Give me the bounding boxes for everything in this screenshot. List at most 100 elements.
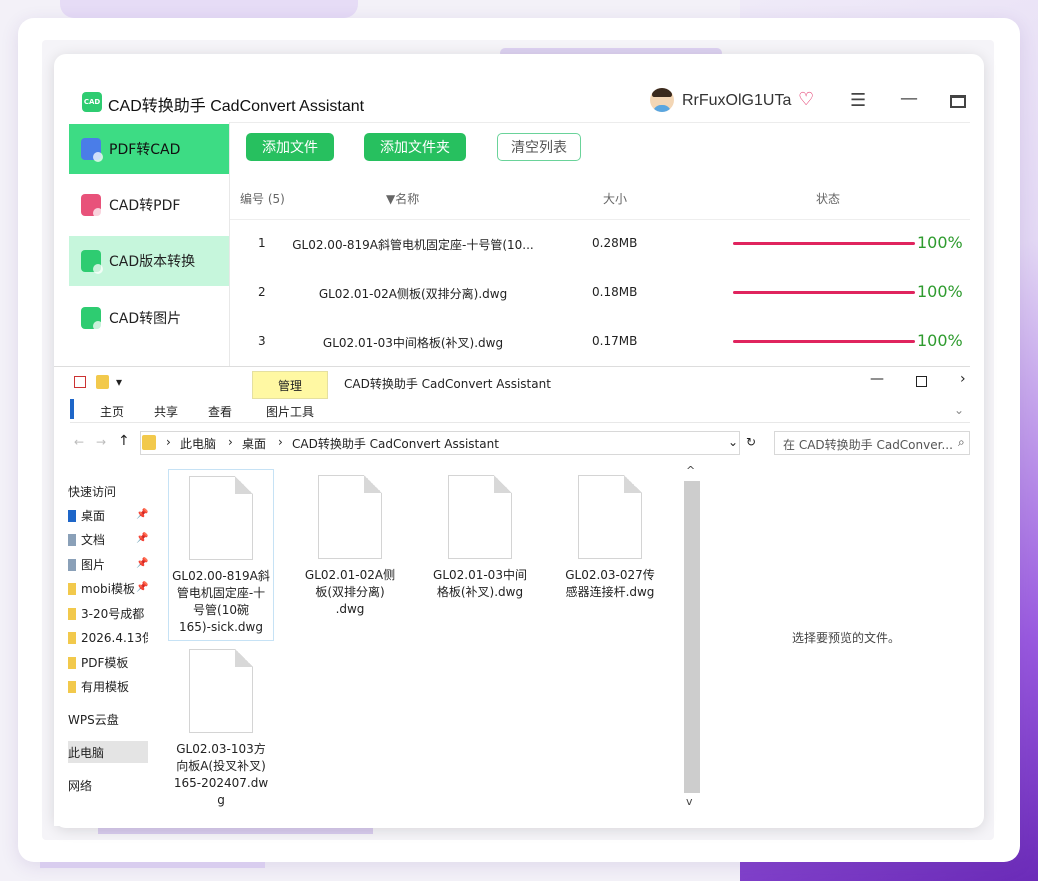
tree-label: WPS云盘 [68,713,119,727]
minimize-icon[interactable]: — [900,90,918,108]
file-name-line: g [217,793,225,807]
breadcrumb-this-pc[interactable]: 此电脑 [180,435,216,452]
sidebar-item-cad-to-image[interactable]: CAD转图片 [69,293,229,343]
file-item[interactable]: GL02.00-819A斜 管电机固定座-十 号管(10碗 165)-sick.… [168,469,274,641]
file-name-line: GL02.01-03中间 [433,568,527,582]
maximize-icon[interactable] [916,376,927,387]
tree-label: mobi模板 [81,582,135,596]
file-name-line: 向板A(投叉补叉) [176,759,266,773]
new-folder-icon[interactable] [96,375,109,389]
file-name-line: 板(双排分离) [315,585,385,599]
pin-icon: 📌 [136,558,149,569]
sidebar-item-label: CAD版本转换 [109,254,196,270]
sidebar-item-label: PDF转CAD [109,142,181,158]
file-item[interactable]: GL02.03-027传 感器连接杆.dwg [558,475,662,601]
file-name-line: 管电机固定座-十 [176,586,266,600]
scroll-down-icon[interactable]: v [686,795,693,808]
address-dropdown-icon[interactable]: ⌄ [728,435,738,449]
column-header-num[interactable]: 编号 (5) [240,190,285,207]
file-item[interactable]: GL02.01-03中间 格板(补叉).dwg [428,475,532,601]
desktop-icon [68,510,76,522]
pin-icon: 📌 [136,509,149,520]
pin-icon: 📌 [136,533,149,544]
row-size: 0.17MB [592,334,638,348]
username[interactable]: RrFuxOlG1UTa [682,92,791,110]
file-tab[interactable] [70,399,74,419]
diamond-icon[interactable]: ♡ [798,90,814,110]
tree-quick-access[interactable]: 快速访问 [68,483,148,500]
document-icon [189,649,253,733]
tab-picture-tools[interactable]: 图片工具 [266,403,314,420]
tree-network[interactable]: 网络 [68,777,148,794]
sidebar-item-cad-version-convert[interactable]: CAD版本转换 [69,236,229,286]
document-icon [189,476,253,560]
table-row[interactable]: 2 GL02.01-02A侧板(双排分离).dwg 0.18MB 100% [230,271,970,321]
row-number: 1 [258,236,266,250]
documents-icon [68,534,76,546]
minimize-icon[interactable]: — [870,371,884,387]
row-number: 2 [258,285,266,299]
sidebar-item-pdf-to-cad[interactable]: PDF转CAD [69,124,229,174]
tree-label: 桌面 [81,509,106,523]
table-row[interactable]: 3 GL02.01-03中间格板(补叉).dwg 0.17MB 100% [230,320,970,370]
ribbon-tabs [70,397,970,423]
breadcrumb-desktop[interactable]: 桌面 [242,435,266,452]
sidebar-item-cad-to-pdf[interactable]: CAD转PDF [69,180,229,230]
file-name-line: .dwg [335,602,365,616]
breadcrumb-current-folder[interactable]: CAD转换助手 CadConvert Assistant [292,435,499,452]
file-name-line: 号管(10碗 [193,603,249,617]
column-header-size[interactable]: 大小 [603,190,627,207]
tree-label: 文档 [81,533,106,547]
folder-icon [142,435,156,450]
file-explorer-window: ▾ 管理 CAD转换助手 CadConvert Assistant — › 主页… [54,366,970,826]
progress-text: 100% [917,233,963,252]
tree-label: 此电脑 [68,746,105,760]
file-item[interactable]: GL02.03-103方 向板A(投叉补叉) 165-202407.dw g [169,649,273,809]
folder-icon [68,583,76,595]
tab-view[interactable]: 查看 [208,403,232,420]
tab-share[interactable]: 共享 [154,403,178,420]
user-avatar[interactable] [650,88,674,112]
tab-home[interactable]: 主页 [100,403,124,420]
table-row[interactable]: 1 GL02.00-819A斜管电机固定座-十号管(10... 0.28MB 1… [230,222,970,272]
search-input[interactable]: 在 CAD转换助手 CadConver... [774,431,970,455]
vertical-scrollbar[interactable] [684,481,700,793]
tree-wps-cloud[interactable]: WPS云盘 [68,711,148,728]
add-folder-button[interactable]: 添加文件夹 [364,133,466,161]
up-arrow-icon[interactable]: ↑ [118,433,130,449]
file-name-line: GL02.03-027传 [565,568,655,582]
folder-icon [68,681,76,693]
tree-folder[interactable]: 有用模板 [68,678,148,695]
close-icon[interactable]: › [960,371,966,387]
file-name-line: 格板(补叉).dwg [436,585,524,599]
ribbon-expand-icon[interactable]: ⌄ [954,403,964,417]
forward-arrow-icon[interactable]: → [96,435,106,449]
maximize-icon[interactable] [950,95,966,108]
file-name-line: GL02.03-103方 [176,742,266,756]
tab-manage[interactable]: 管理 [252,371,328,399]
row-number: 3 [258,334,266,348]
row-size: 0.18MB [592,285,638,299]
sidebar-item-label: CAD转PDF [109,198,181,214]
back-arrow-icon[interactable]: ← [74,435,84,449]
column-header-status[interactable]: 状态 [816,190,840,207]
tree-folder[interactable]: PDF模板 [68,654,148,671]
properties-checkbox-icon[interactable] [74,376,86,388]
clear-list-button[interactable]: 清空列表 [497,133,581,161]
cad-to-image-icon [81,307,103,331]
preview-pane-text: 选择要预览的文件。 [792,631,901,645]
file-item[interactable]: GL02.01-02A侧 板(双排分离) .dwg [298,475,402,618]
tree-this-pc[interactable]: 此电脑 [68,744,148,761]
file-name-line: 165)-sick.dwg [179,620,263,634]
refresh-icon[interactable]: ↻ [746,435,756,449]
scroll-up-icon[interactable]: ^ [686,464,695,477]
file-name-line: 感器连接杆.dwg [565,585,655,599]
tree-folder[interactable]: 3-20号成都 [68,605,148,622]
tree-folder[interactable]: 2026.4.13保 [68,629,148,646]
search-icon: ⌕ [958,435,965,449]
add-file-button[interactable]: 添加文件 [246,133,334,161]
quick-access-dropdown[interactable]: ▾ [116,375,122,389]
column-header-name[interactable]: ▼名称 [386,190,419,207]
hamburger-icon[interactable]: ☰ [850,92,866,110]
document-icon [578,475,642,559]
